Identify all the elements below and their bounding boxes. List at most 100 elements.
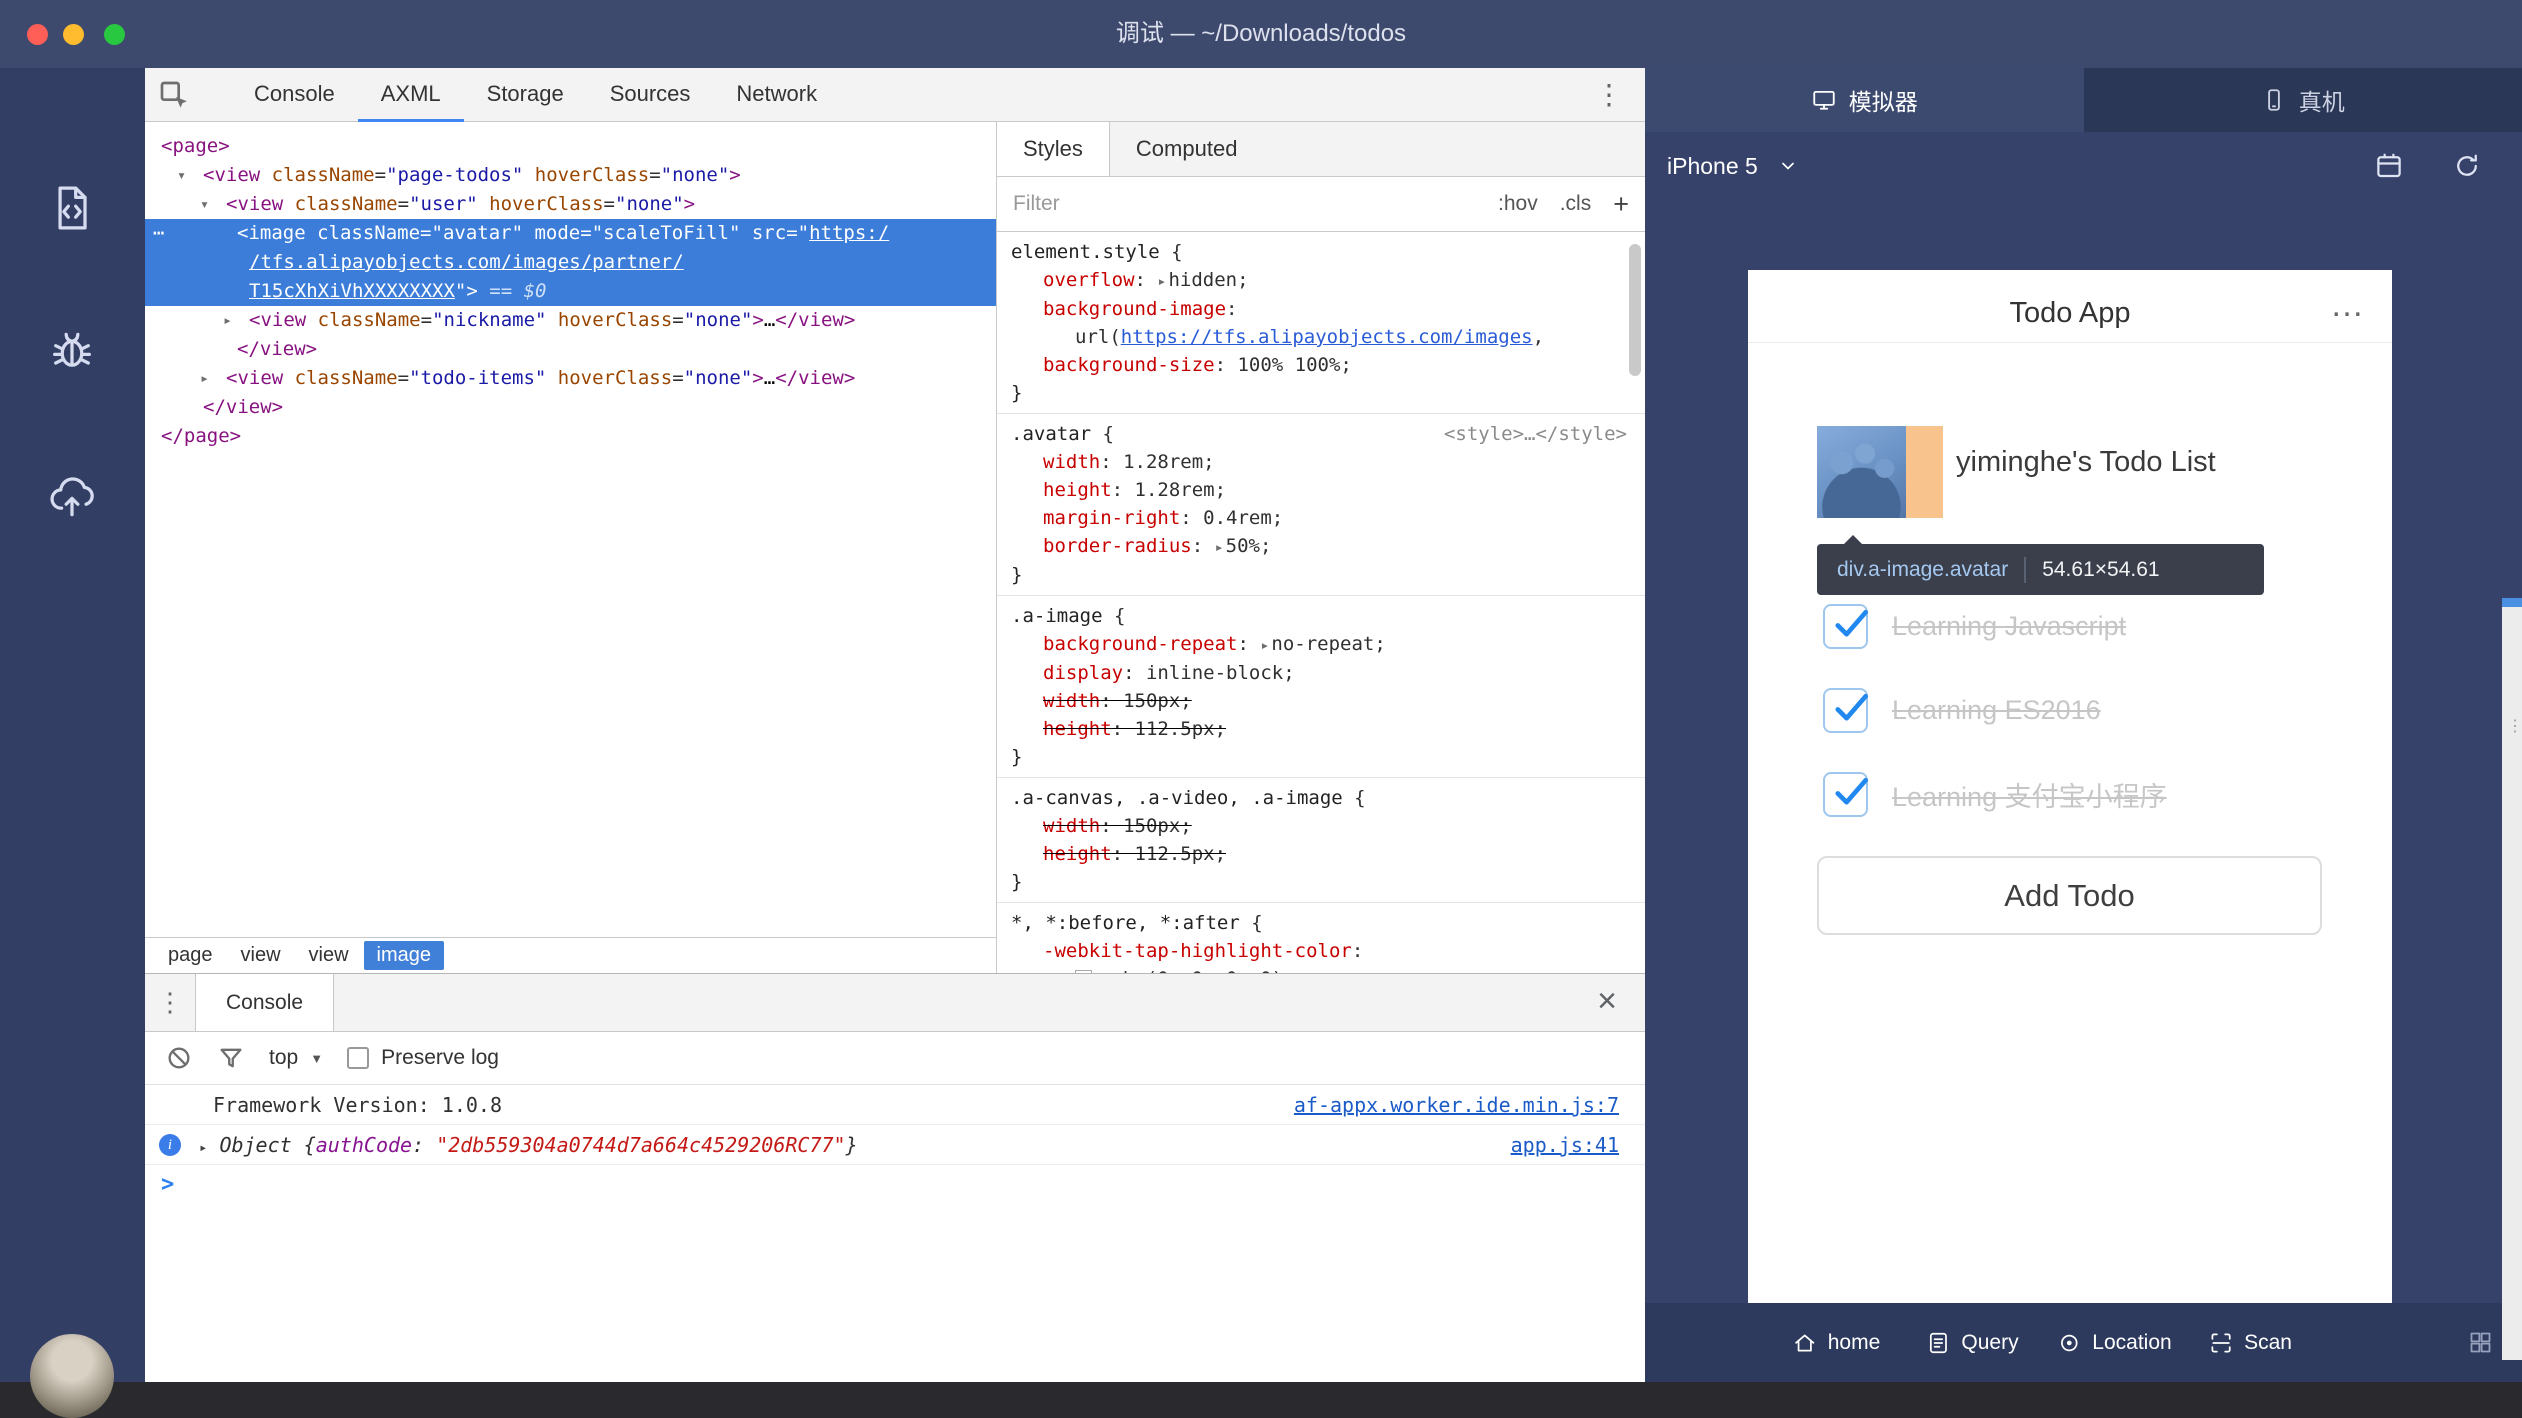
close-console-icon[interactable]: ×: [1587, 974, 1627, 1032]
tabbar-item-query[interactable]: Query: [1925, 1303, 2018, 1382]
console-prompt[interactable]: >: [145, 1165, 1645, 1205]
todo-checkbox[interactable]: [1823, 604, 1868, 649]
clear-console-icon[interactable]: [165, 1044, 193, 1072]
more-options-icon[interactable]: ⋮: [1589, 68, 1629, 122]
css-declaration[interactable]: display: inline-block;: [997, 659, 1645, 687]
class-toggle[interactable]: .cls: [1560, 192, 1592, 216]
tree-node[interactable]: ▾<view className="user" hoverClass="none…: [145, 190, 996, 219]
sim-tab-real-device[interactable]: 真机: [2084, 68, 2522, 132]
style-source-link[interactable]: <style>…</style>: [1444, 420, 1627, 448]
css-declaration[interactable]: margin-right: 0.4rem;: [997, 504, 1645, 532]
execution-context-selector[interactable]: top ▼: [269, 1046, 323, 1070]
app-header: Todo App …: [1748, 270, 2392, 343]
filter-icon[interactable]: [217, 1044, 245, 1072]
todo-item[interactable]: Learning ES2016: [1823, 687, 2101, 733]
css-declaration[interactable]: -webkit-tap-highlight-color:: [997, 937, 1645, 965]
tree-node[interactable]: ⋯<image className="avatar" mode="scaleTo…: [145, 219, 996, 248]
css-declaration[interactable]: height: 112.5px;: [997, 715, 1645, 743]
css-declaration[interactable]: width: 150px;: [997, 687, 1645, 715]
styles-scrollbar[interactable]: [1629, 244, 1641, 376]
breadcrumb-item-page[interactable]: page: [155, 941, 226, 970]
breadcrumb-item-view[interactable]: view: [296, 941, 362, 970]
expand-arrow-icon[interactable]: ▾: [177, 161, 186, 190]
inspect-element-button[interactable]: [145, 68, 203, 122]
code-segment: className: [318, 309, 421, 331]
styles-tab-computed[interactable]: Computed: [1110, 122, 1264, 176]
more-menu-icon[interactable]: …: [2330, 286, 2366, 325]
tree-node[interactable]: ▾<view className="page-todos" hoverClass…: [145, 161, 996, 190]
css-property-value: no-repeat;: [1271, 633, 1385, 655]
tree-node[interactable]: T15cXhXiVhXXXXXXXX"> == $0: [145, 277, 996, 306]
refresh-icon[interactable]: [2452, 151, 2482, 181]
todo-item[interactable]: Learning Javascript: [1823, 603, 2126, 649]
right-edge-scrollbar[interactable]: ⋮: [2502, 598, 2522, 1360]
source-link[interactable]: app.js:41: [1511, 1125, 1619, 1165]
tabbar-item-home[interactable]: home: [1792, 1303, 1881, 1382]
calendar-icon[interactable]: [2374, 151, 2404, 181]
code-file-icon[interactable]: [46, 182, 98, 234]
pseudo-state-toggle[interactable]: :hov: [1498, 192, 1538, 216]
tree-node[interactable]: </page>: [145, 422, 996, 451]
css-declaration[interactable]: border-radius: ▸50%;: [997, 532, 1645, 561]
tab-sources[interactable]: Sources: [587, 68, 714, 122]
styles-tab-styles[interactable]: Styles: [997, 122, 1110, 176]
tree-node[interactable]: /tfs.alipayobjects.com/images/partner/: [145, 248, 996, 277]
cloud-upload-icon[interactable]: [46, 470, 98, 522]
node-menu-icon[interactable]: ⋯: [153, 219, 165, 248]
todo-avatar-image[interactable]: [1817, 426, 1906, 518]
css-property-value: 150px;: [1123, 690, 1192, 712]
tab-network[interactable]: Network: [713, 68, 840, 122]
css-declaration[interactable]: width: 150px;: [997, 812, 1645, 840]
tab-axml[interactable]: AXML: [358, 68, 464, 122]
expand-arrow-icon[interactable]: ▾: [200, 190, 209, 219]
expand-arrow-icon[interactable]: ▸: [1260, 636, 1269, 654]
console-log-list: Framework Version: 1.0.8af-appx.worker.i…: [145, 1085, 1645, 1165]
todo-checkbox[interactable]: [1823, 772, 1868, 817]
css-declaration[interactable]: background-size: 100% 100%;: [997, 351, 1645, 379]
css-declaration[interactable]: overflow: ▸hidden;: [997, 266, 1645, 295]
styles-filter-input[interactable]: Filter: [1013, 192, 1060, 216]
css-property-value: 50%;: [1226, 535, 1272, 557]
code-segment: :: [1180, 507, 1203, 529]
css-url-link[interactable]: https://tfs.alipayobjects.com/images: [1121, 326, 1533, 348]
log-segment: :: [412, 1133, 436, 1157]
tabbar-item-scan[interactable]: Scan: [2208, 1303, 2292, 1382]
debug-bug-icon[interactable]: [46, 324, 98, 376]
device-selector[interactable]: iPhone 5: [1667, 132, 1798, 200]
source-link[interactable]: af-appx.worker.ide.min.js:7: [1294, 1085, 1619, 1125]
tree-node[interactable]: ▸<view className="nickname" hoverClass="…: [145, 306, 996, 335]
preserve-log-checkbox[interactable]: [347, 1047, 369, 1069]
tree-node[interactable]: </view>: [145, 335, 996, 364]
new-style-rule-button[interactable]: +: [1613, 189, 1629, 220]
tab-storage[interactable]: Storage: [464, 68, 587, 122]
add-todo-button[interactable]: Add Todo: [1817, 856, 2322, 935]
css-declaration[interactable]: height: 112.5px;: [997, 840, 1645, 868]
css-declaration[interactable]: background-repeat: ▸no-repeat;: [997, 630, 1645, 659]
selector-text: .avatar: [1011, 423, 1091, 445]
tab-console[interactable]: Console: [231, 68, 358, 122]
tabbar-item-location[interactable]: Location: [2056, 1303, 2171, 1382]
preserve-log-control[interactable]: Preserve log: [347, 1046, 499, 1070]
expand-arrow-icon[interactable]: ▸: [1215, 538, 1224, 556]
console-drawer-tab[interactable]: Console: [195, 974, 334, 1031]
phone-screen: Todo App … yiminghe's Todo List div.a-im…: [1748, 270, 2392, 1303]
tree-node[interactable]: ▸<view className="todo-items" hoverClass…: [145, 364, 996, 393]
expand-arrow-icon[interactable]: ▸: [199, 1140, 207, 1156]
user-avatar[interactable]: [30, 1334, 114, 1418]
css-declaration[interactable]: width: 1.28rem;: [997, 448, 1645, 476]
grid-apps-icon[interactable]: [2467, 1329, 2494, 1356]
tree-node[interactable]: <page>: [145, 132, 996, 161]
css-declaration[interactable]: background-image:: [997, 295, 1645, 323]
code-segment: {: [1091, 423, 1114, 445]
todo-checkbox[interactable]: [1823, 688, 1868, 733]
todo-item[interactable]: Learning 支付宝小程序: [1823, 771, 2167, 817]
breadcrumb-item-view[interactable]: view: [228, 941, 294, 970]
tree-node[interactable]: </view>: [145, 393, 996, 422]
breadcrumb-item-image[interactable]: image: [364, 941, 444, 970]
expand-arrow-icon[interactable]: ▸: [200, 364, 209, 393]
sim-tab-simulator[interactable]: 模拟器: [1645, 68, 2084, 132]
expand-arrow-icon[interactable]: ▸: [1157, 272, 1166, 290]
console-more-options-icon[interactable]: ⋮: [145, 987, 195, 1018]
expand-arrow-icon[interactable]: ▸: [223, 306, 232, 335]
css-declaration[interactable]: height: 1.28rem;: [997, 476, 1645, 504]
